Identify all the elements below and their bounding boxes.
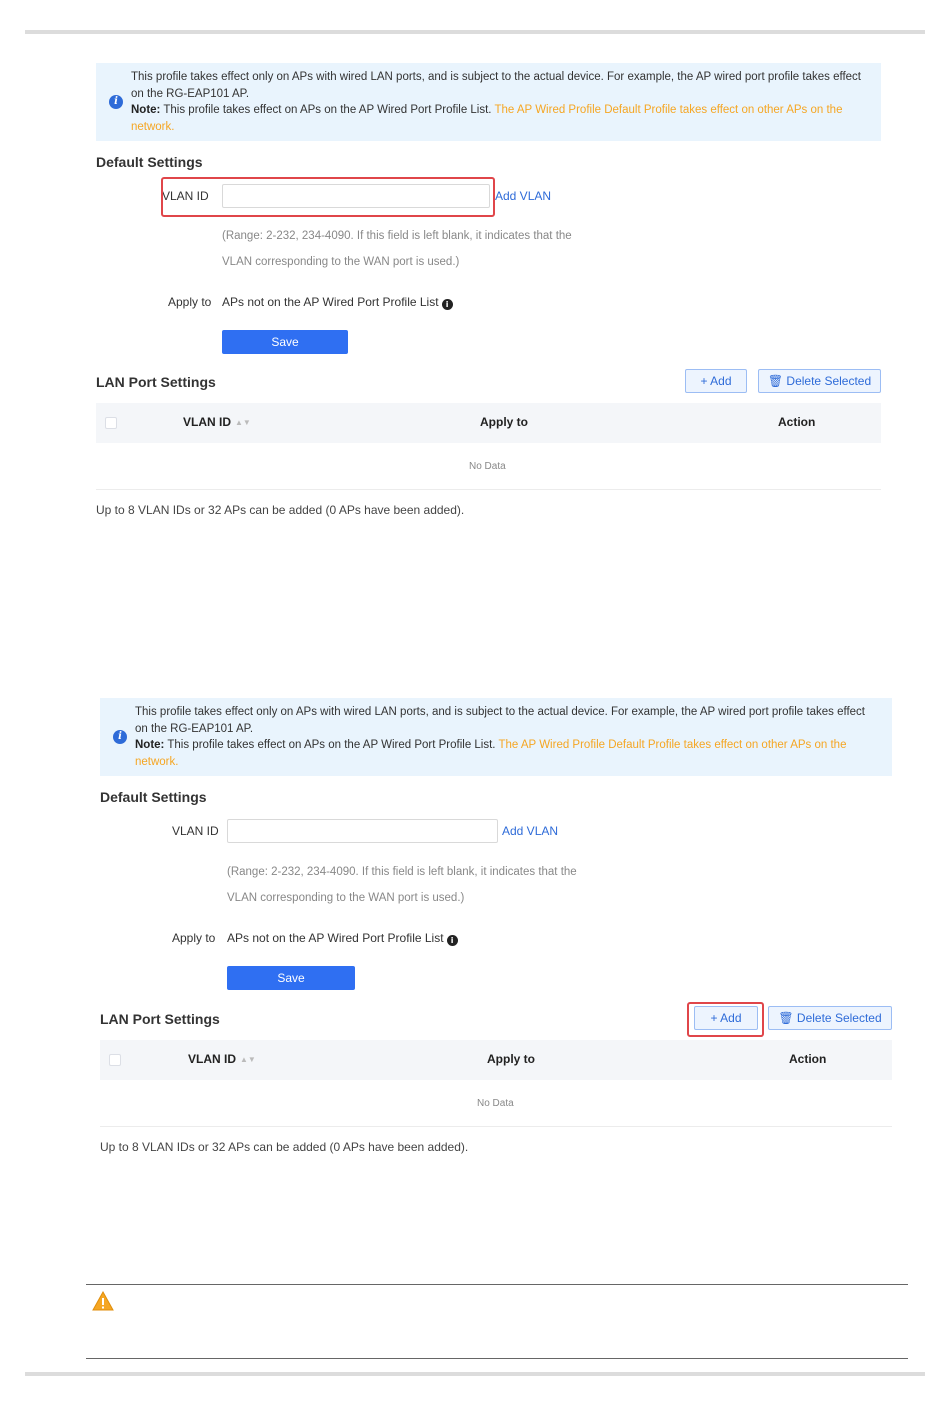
col-vlan-id-label: VLAN ID xyxy=(188,1052,236,1066)
apply-to-label: Apply to xyxy=(168,295,212,309)
bottom-page-rule xyxy=(25,1372,925,1376)
table-footnote: Up to 8 VLAN IDs or 32 APs can be added … xyxy=(96,503,465,517)
no-data-text: No Data xyxy=(477,1098,514,1109)
notice-banner: i This profile takes effect only on APs … xyxy=(100,698,892,776)
notice-note-text: This profile takes effect on APs on the … xyxy=(164,739,499,751)
vlan-id-label: VLAN ID xyxy=(172,824,219,838)
vlan-id-highlight-box xyxy=(161,177,495,217)
table-bottom-line xyxy=(100,1126,892,1127)
delete-selected-button[interactable]: 🗑 Delete Selected xyxy=(768,1006,892,1030)
notice-banner: i This profile takes effect only on APs … xyxy=(96,63,881,141)
vlan-hint-line1: (Range: 2-232, 234-4090. If this field i… xyxy=(222,230,572,242)
default-settings-title: Default Settings xyxy=(96,154,203,170)
info-tip-icon[interactable]: i xyxy=(446,935,458,946)
lan-port-settings-title: LAN Port Settings xyxy=(100,1011,220,1027)
trash-icon: 🗑 xyxy=(778,1011,794,1025)
warning-icon xyxy=(92,1291,114,1311)
screenshot-panel-2: i This profile takes effect only on APs … xyxy=(100,698,892,1158)
col-apply-to: Apply to xyxy=(487,1052,535,1066)
sort-icon[interactable]: ▲▼ xyxy=(235,418,251,427)
delete-selected-label: Delete Selected xyxy=(796,1011,882,1025)
vlan-hint-line2: VLAN corresponding to the WAN port is us… xyxy=(222,256,460,268)
apply-to-value: APs not on the AP Wired Port Profile Lis… xyxy=(227,931,458,946)
sort-icon[interactable]: ▲▼ xyxy=(240,1055,256,1064)
vlan-hint-line1: (Range: 2-232, 234-4090. If this field i… xyxy=(227,866,577,878)
vlan-hint-line2: VLAN corresponding to the WAN port is us… xyxy=(227,892,465,904)
info-tip-icon[interactable]: i xyxy=(441,299,453,310)
notice-line1: This profile takes effect only on APs wi… xyxy=(135,706,865,735)
add-vlan-link[interactable]: Add VLAN xyxy=(502,824,558,838)
apply-to-text: APs not on the AP Wired Port Profile Lis… xyxy=(227,931,444,945)
notice-note-label: Note: xyxy=(131,104,161,116)
vlan-id-input[interactable] xyxy=(227,819,498,843)
col-vlan-id[interactable]: VLAN ID ▲▼ xyxy=(188,1052,256,1066)
col-action: Action xyxy=(789,1052,827,1066)
lan-port-settings-title: LAN Port Settings xyxy=(96,374,216,390)
delete-selected-label: Delete Selected xyxy=(786,374,872,388)
info-icon: i xyxy=(113,730,127,744)
warning-top-rule xyxy=(86,1284,908,1285)
save-button[interactable]: Save xyxy=(227,966,355,990)
apply-to-text: APs not on the AP Wired Port Profile Lis… xyxy=(222,295,439,309)
table-header: VLAN ID ▲▼ Apply to Action xyxy=(100,1040,892,1080)
delete-selected-button[interactable]: 🗑 Delete Selected xyxy=(758,369,881,393)
screenshot-panel-1: i This profile takes effect only on APs … xyxy=(96,63,881,523)
notice-note-label: Note: xyxy=(135,739,165,751)
top-page-rule xyxy=(25,30,925,34)
table-header: VLAN ID ▲▼ Apply to Action xyxy=(96,403,881,443)
trash-icon: 🗑 xyxy=(767,374,784,388)
col-vlan-id-label: VLAN ID xyxy=(183,415,231,429)
warning-bottom-rule xyxy=(86,1358,908,1359)
col-vlan-id[interactable]: VLAN ID ▲▼ xyxy=(183,415,251,429)
info-icon: i xyxy=(109,95,123,109)
apply-to-label: Apply to xyxy=(172,931,216,945)
apply-to-value: APs not on the AP Wired Port Profile Lis… xyxy=(222,295,453,310)
no-data-text: No Data xyxy=(469,461,506,472)
default-settings-title: Default Settings xyxy=(100,789,207,805)
add-vlan-link[interactable]: Add VLAN xyxy=(495,189,551,203)
select-all-checkbox[interactable] xyxy=(105,417,117,429)
add-button[interactable]: + Add xyxy=(685,369,747,393)
save-button[interactable]: Save xyxy=(222,330,348,354)
table-bottom-line xyxy=(96,489,881,490)
select-all-checkbox[interactable] xyxy=(109,1054,121,1066)
table-footnote: Up to 8 VLAN IDs or 32 APs can be added … xyxy=(100,1140,469,1154)
add-button-highlight-box xyxy=(687,1002,764,1037)
col-action: Action xyxy=(778,415,816,429)
notice-line1: This profile takes effect only on APs wi… xyxy=(131,71,861,100)
col-apply-to: Apply to xyxy=(480,415,528,429)
notice-note-text: This profile takes effect on APs on the … xyxy=(160,104,495,116)
